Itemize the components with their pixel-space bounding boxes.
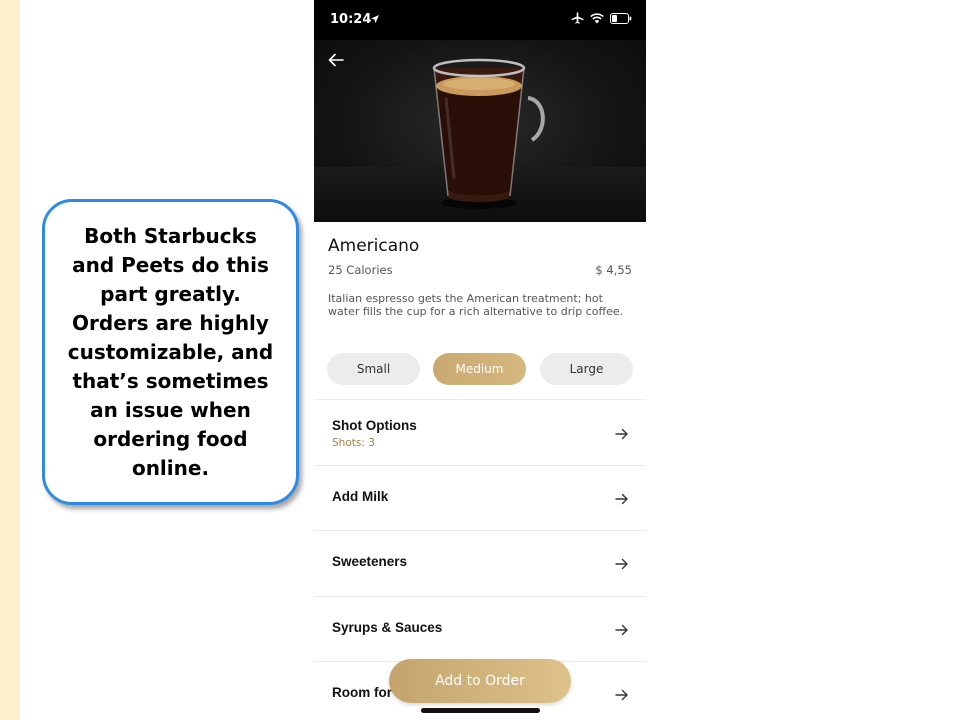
product-name: Americano [328,236,420,256]
option-label: Shot Options [332,418,417,433]
option-add-milk[interactable]: Add Milk [314,466,646,531]
location-arrow-icon [371,15,379,23]
size-selector: Small Medium Large [327,353,633,385]
product-description: Italian espresso gets the American treat… [328,292,624,318]
home-indicator [421,708,540,713]
slide-left-strip [0,0,20,720]
status-icons [571,12,632,24]
callout-box: Both Starbucks and Peets do this part gr… [42,199,299,505]
add-to-order-button[interactable]: Add to Order [389,659,571,703]
back-arrow-icon[interactable] [326,50,346,70]
option-shot-options[interactable]: Shot Options Shots: 3 [314,400,646,465]
size-small-button[interactable]: Small [327,353,420,385]
option-label: Room for [332,685,392,700]
arrow-right-icon [615,689,628,701]
size-medium-button[interactable]: Medium [433,353,526,385]
option-label: Sweeteners [332,554,408,569]
arrow-right-icon [615,493,628,505]
product-price: $ 4,55 [595,263,632,277]
product-calories: 25 Calories [328,263,393,277]
option-label: Syrups & Sauces [332,620,443,635]
coffee-glass-image [432,58,545,209]
airplane-icon [571,12,584,24]
arrow-right-icon [615,428,628,440]
option-sub: Shots: 3 [332,437,375,449]
option-sweeteners[interactable]: Sweeteners [314,531,646,596]
callout-text: Both Starbucks and Peets do this part gr… [67,223,274,480]
option-label: Add Milk [332,489,389,504]
phone-screen: 10:24 Americano 25 Calories $ 4,55 Itali… [314,0,646,720]
size-large-button[interactable]: Large [540,353,633,385]
status-time: 10:24 [330,12,372,27]
arrow-right-icon [615,558,628,570]
status-bar: 10:24 [314,0,646,40]
option-syrups-sauces[interactable]: Syrups & Sauces [314,597,646,662]
product-image [314,40,646,222]
arrow-right-icon [615,624,628,636]
battery-icon [610,12,632,24]
wifi-icon [590,12,604,23]
